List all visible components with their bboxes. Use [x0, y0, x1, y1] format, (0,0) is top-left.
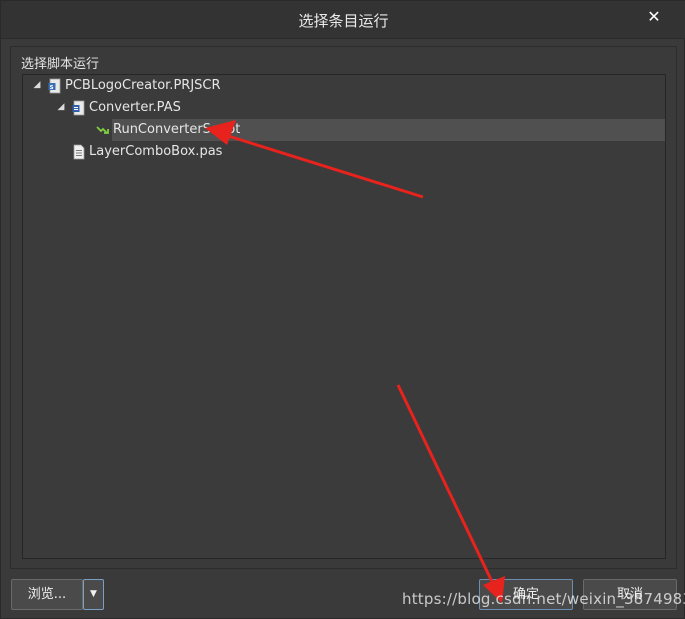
tree-item-label: LayerComboBox.pas: [89, 144, 223, 159]
expand-arrow-icon[interactable]: ◢: [56, 102, 66, 112]
script-tree[interactable]: ◢ S PCBLogoCreator.PRJSCR ◢ Converter.PA…: [22, 74, 666, 559]
pascal-file-icon: [72, 100, 85, 116]
browse-dropdown-button[interactable]: ▼: [83, 579, 104, 610]
document-icon: [73, 144, 85, 160]
tree-item-converter-pas[interactable]: ◢ Converter.PAS: [23, 97, 665, 119]
script-panel: 选择脚本运行 ◢ S PCBLogoCreator.PRJSCR ◢ Conve…: [10, 46, 677, 569]
title-bar: 选择条目运行 ✕: [1, 1, 685, 39]
button-bar: 浏览... ▼ 确定 取消: [1, 571, 685, 619]
section-label: 选择脚本运行: [21, 57, 100, 72]
svg-text:S: S: [50, 85, 54, 91]
ok-button[interactable]: 确定: [479, 579, 573, 610]
tree-item-label: PCBLogoCreator.PRJSCR: [65, 78, 221, 93]
script-project-icon: S: [48, 78, 61, 94]
select-item-run-dialog: 选择条目运行 ✕ 选择脚本运行 ◢ S PCBLogoCreator.PRJSC…: [0, 0, 685, 619]
tree-item-run-converter-script[interactable]: RunConverterScript: [23, 119, 665, 141]
expand-arrow-icon[interactable]: ◢: [32, 80, 42, 90]
chevron-down-icon: ▼: [90, 589, 97, 599]
tree-item-project[interactable]: ◢ S PCBLogoCreator.PRJSCR: [23, 75, 665, 97]
tree-item-label: RunConverterScript: [113, 122, 241, 137]
run-procedure-icon: [96, 126, 109, 134]
close-icon: ✕: [647, 7, 661, 26]
dialog-title: 选择条目运行: [298, 12, 389, 30]
browse-button[interactable]: 浏览...: [11, 579, 83, 610]
cancel-button[interactable]: 取消: [583, 579, 677, 610]
tree-item-layercombobox-pas[interactable]: LayerComboBox.pas: [23, 141, 665, 163]
tree-item-label: Converter.PAS: [89, 100, 181, 115]
close-button[interactable]: ✕: [644, 7, 664, 27]
